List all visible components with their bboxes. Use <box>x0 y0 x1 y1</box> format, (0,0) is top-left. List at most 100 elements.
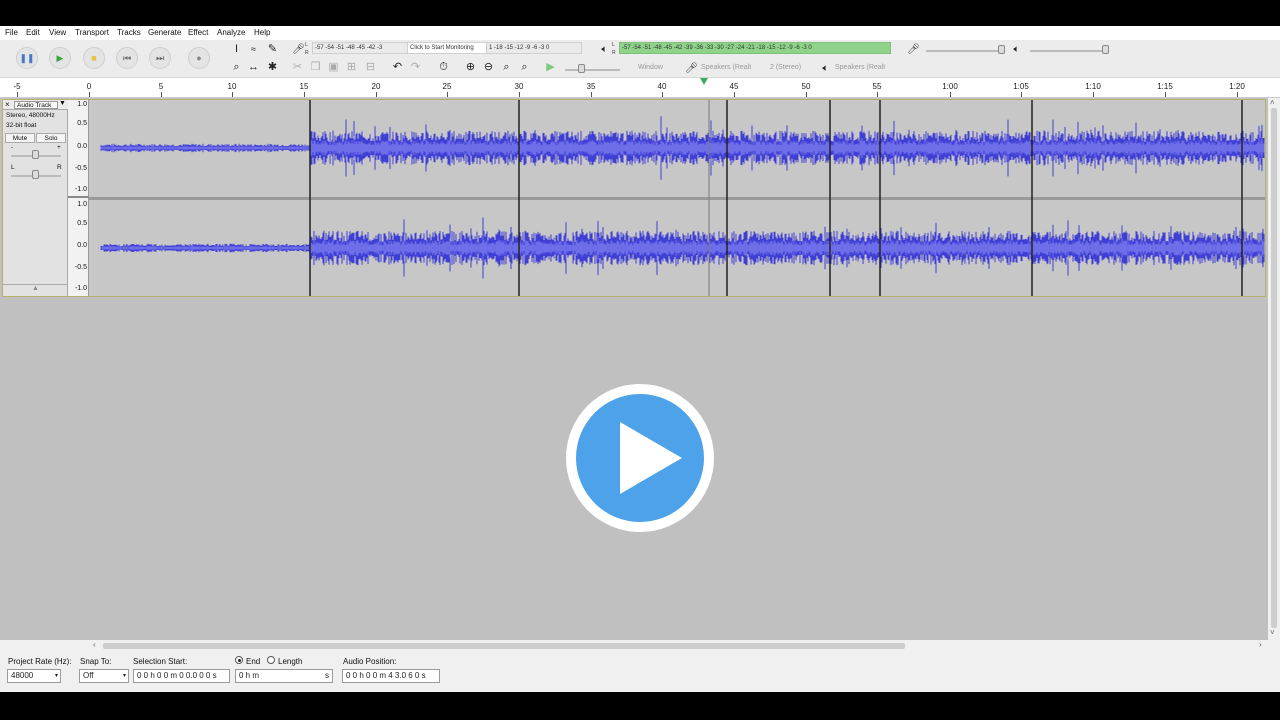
record-meter-mic-icon[interactable]: 🎤︎ <box>291 42 306 57</box>
ruler-tick <box>161 92 162 97</box>
menu-generate[interactable]: Generate <box>148 28 181 37</box>
skip-end-button[interactable]: ⏭ <box>149 47 171 69</box>
end-radio[interactable] <box>235 656 243 664</box>
scale-label: -1.0 <box>74 285 87 292</box>
track-menu-chevron-down-icon[interactable]: ▼ <box>59 100 66 107</box>
output-volume-thumb[interactable] <box>1102 45 1109 54</box>
zoom-in-icon[interactable]: ⊕ <box>463 60 478 75</box>
zoom-tool-icon[interactable]: ⌕ <box>229 60 244 75</box>
selection-toolbar: Project Rate (Hz): 48000 ▾ Snap To: Off ▾ … <box>0 652 1280 692</box>
snap-to-select[interactable]: Off ▾ <box>79 669 129 683</box>
audio-track[interactable]: × Audio Track ▼ Stereo, 48000Hz 32-bit f… <box>2 99 1266 297</box>
menu-transport[interactable]: Transport <box>75 28 109 37</box>
play-button[interactable]: ▶ <box>49 47 71 69</box>
playback-meter-scale[interactable]: -57 -54 -51 -48 -45 -42 -39 -36 -33 -30 … <box>619 42 891 54</box>
channels-select[interactable]: 2 (Stereo) <box>770 64 801 71</box>
pause-button[interactable]: ❚❚ <box>16 47 38 69</box>
selection-start-field[interactable]: 0 0 h 0 0 m 0 0.0 0 0 s <box>133 669 230 683</box>
menu-analyze[interactable]: Analyze <box>217 28 245 37</box>
skip-start-button[interactable]: ⏮ <box>116 47 138 69</box>
zoom-out-icon[interactable]: ⊖ <box>481 60 496 75</box>
skip-end-icon: ⏭ <box>155 52 165 63</box>
multi-tool-icon[interactable]: ✱ <box>265 60 280 75</box>
selection-end-field[interactable]: 0 h m s <box>235 669 333 683</box>
copy-icon[interactable]: ❐ <box>308 60 323 75</box>
scroll-left-icon[interactable]: ‹ <box>93 640 96 649</box>
menu-view[interactable]: View <box>49 28 66 37</box>
solo-button[interactable]: Solo <box>36 133 66 143</box>
pan-right-label: R <box>57 164 62 171</box>
playback-device-select[interactable]: Speakers (Realt <box>835 64 885 71</box>
ruler-tick-label: -5 <box>13 82 21 91</box>
selection-tool-icon[interactable]: I <box>229 42 244 57</box>
audio-host-select[interactable]: Window <box>638 64 663 71</box>
close-track-icon[interactable]: × <box>5 100 10 109</box>
ruler-tick <box>89 92 90 97</box>
input-volume-mic-icon: 🎤︎ <box>907 43 920 55</box>
scroll-down-icon[interactable]: ˅ <box>1270 628 1275 637</box>
playback-meter-speaker-icon[interactable]: 🔈︎ <box>597 42 612 57</box>
record-meter-scale-end[interactable]: 1 -18 -15 -12 -9 -6 -3 0 <box>486 42 582 54</box>
redo-icon[interactable]: ↷ <box>408 60 423 75</box>
record-meter-l-label: L <box>305 42 308 48</box>
silence-icon[interactable]: ⊟ <box>363 60 378 75</box>
output-volume-slider[interactable] <box>1030 50 1108 52</box>
selection-end-value: 0 h m <box>239 671 260 680</box>
ruler-tick <box>877 92 878 97</box>
menu-file[interactable]: File <box>5 28 18 37</box>
recording-device-select[interactable]: Speakers (Realt <box>701 64 751 71</box>
waveform-area[interactable] <box>89 100 1265 296</box>
length-radio[interactable] <box>267 656 275 664</box>
audio-position-field[interactable]: 0 0 h 0 0 m 4 3.0 6 0 s <box>342 669 440 683</box>
snap-to-label: Snap To: <box>80 657 112 666</box>
pan-slider-thumb[interactable] <box>32 170 39 179</box>
gain-slider-thumb[interactable] <box>32 150 39 159</box>
fit-selection-icon[interactable]: ⌕ <box>499 60 514 75</box>
amplitude-ruler[interactable]: 1.0 0.5 0.0 -0.5 -1.0 1.0 0.5 0.0 -0.5 -… <box>68 100 89 296</box>
menu-effect[interactable]: Effect <box>188 28 208 37</box>
draw-tool-icon[interactable]: ✎ <box>265 42 280 57</box>
timeline-ruler[interactable]: -5 0 5 10 15 20 25 30 35 40 45 50 55 1:00 1:05 1:10 1:15… <box>0 78 1280 98</box>
paste-icon[interactable]: ▣ <box>326 60 341 75</box>
video-play-overlay-button[interactable] <box>566 384 714 532</box>
project-rate-select[interactable]: 48000 ▾ <box>7 669 61 683</box>
waveform-svg[interactable] <box>89 100 1265 296</box>
play-speed-slider[interactable] <box>565 69 620 71</box>
sync-lock-icon[interactable]: ⏱ <box>436 60 451 75</box>
timeshift-tool-icon[interactable]: ↔ <box>246 60 261 75</box>
channel-separator <box>89 197 1265 200</box>
record-button[interactable]: ● <box>188 47 210 69</box>
play-speed-thumb[interactable] <box>578 64 585 73</box>
playhead-marker[interactable] <box>700 78 708 85</box>
input-volume-thumb[interactable] <box>998 45 1005 54</box>
vertical-scrollbar[interactable]: ˄ ˅ <box>1268 98 1280 640</box>
record-meter-prompt[interactable]: Click to Start Monitoring <box>407 42 487 54</box>
collapse-track-chevron-up-icon[interactable]: ▲ <box>3 284 68 296</box>
length-radio-label: Length <box>278 657 303 666</box>
mute-button[interactable]: Mute <box>5 133 35 143</box>
scale-label: 0.5 <box>77 120 87 127</box>
tracks-area[interactable]: × Audio Track ▼ Stereo, 48000Hz 32-bit f… <box>0 98 1268 640</box>
menu-tracks[interactable]: Tracks <box>117 28 141 37</box>
track-name-button[interactable]: Audio Track <box>14 101 58 109</box>
horizontal-scroll-thumb[interactable] <box>103 643 905 649</box>
menu-edit[interactable]: Edit <box>26 28 40 37</box>
horizontal-scrollbar[interactable]: ‹ › <box>0 640 1268 652</box>
end-radio-label: End <box>246 657 261 666</box>
ruler-tick <box>806 92 807 97</box>
stop-button[interactable]: ■ <box>83 47 105 69</box>
scroll-up-icon[interactable]: ˄ <box>1270 98 1275 107</box>
trim-icon[interactable]: ⊞ <box>344 60 359 75</box>
scroll-right-icon[interactable]: › <box>1259 640 1262 649</box>
fit-project-icon[interactable]: ⌕ <box>517 60 532 75</box>
cut-icon[interactable]: ✂ <box>290 60 305 75</box>
envelope-tool-icon[interactable]: ≈ <box>246 42 261 57</box>
undo-icon[interactable]: ↶ <box>390 60 405 75</box>
play-at-speed-icon[interactable]: ▶ <box>543 60 558 75</box>
ruler-tick-label: 1:10 <box>1085 82 1101 91</box>
input-volume-slider[interactable] <box>926 50 1004 52</box>
stop-icon: ■ <box>91 53 97 63</box>
vertical-scroll-thumb[interactable] <box>1271 108 1277 628</box>
record-meter-scale[interactable]: -57 -54 -51 -48 -45 -42 -3 <box>312 42 408 54</box>
menu-help[interactable]: Help <box>254 28 270 37</box>
